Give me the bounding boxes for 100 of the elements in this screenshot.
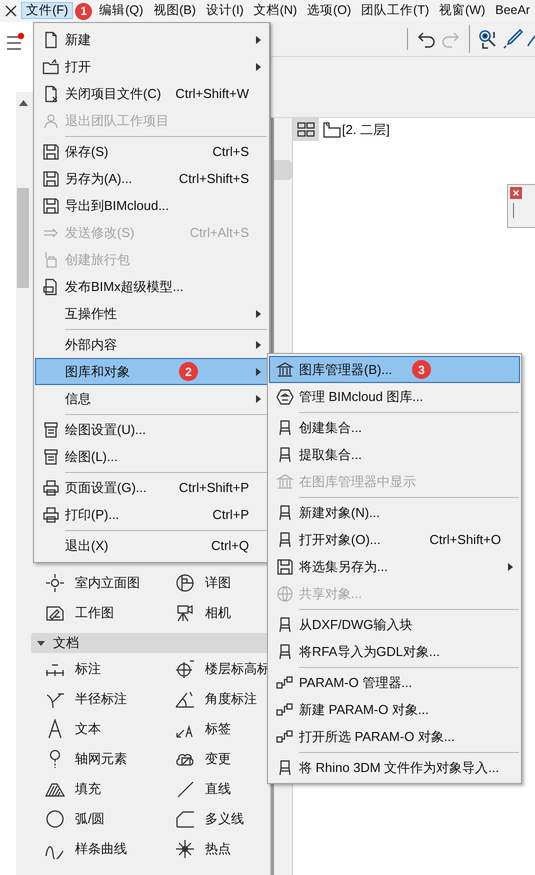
tool-button[interactable]: 室内立面图 — [38, 568, 168, 598]
menu-item[interactable]: 图库和对象 2 — [35, 358, 268, 385]
section-header[interactable]: 文档 — [31, 633, 270, 653]
nodes-icon — [276, 728, 294, 746]
tool-button[interactable]: 文本 — [38, 714, 168, 744]
menu-item[interactable]: 页面设置(G)... Ctrl+Shift+P — [35, 474, 268, 501]
globe-icon — [276, 584, 294, 602]
menu-item[interactable]: 打开所选 PARAM-O 对象... — [269, 723, 520, 750]
shortcut-label: Ctrl+Q — [211, 536, 249, 555]
nodes-icon — [276, 674, 294, 692]
submenu-arrow-icon — [508, 562, 512, 570]
tool-button[interactable]: 直线 — [168, 774, 270, 804]
detail-marker-icon — [175, 573, 195, 593]
menu-item[interactable]: 打印(P)... Ctrl+P — [35, 501, 268, 528]
person-icon — [42, 112, 60, 130]
tool-button[interactable]: 标注 — [38, 654, 168, 684]
menu-bar-item[interactable]: 编辑(Q) — [94, 2, 148, 19]
menu-item[interactable]: 关闭项目文件(C) Ctrl+Shift+W — [35, 80, 268, 107]
menu-item[interactable]: 从DXF/DWG输入块 — [269, 611, 520, 638]
menu-item[interactable]: 发布BIMx超级模型... — [35, 273, 268, 300]
scroll-up-icon[interactable] — [18, 100, 28, 106]
menu-bar-item[interactable]: 设计(I) — [200, 2, 249, 19]
shortcut-label: Ctrl+Shift+S — [178, 170, 249, 188]
tool-button[interactable]: 工作图 — [38, 598, 168, 628]
tool-button[interactable]: 多义线 — [168, 804, 270, 834]
asterisk-icon — [175, 839, 195, 859]
shortcut-label: Ctrl+Shift+P — [178, 478, 249, 497]
menu-item[interactable]: 互操作性 — [35, 300, 268, 327]
library-icon — [276, 472, 294, 490]
step-badge: 3 — [412, 360, 431, 379]
menu-item[interactable]: 信息 — [35, 385, 268, 412]
menu-item[interactable]: 将选集另存为... — [269, 553, 520, 580]
menu-item[interactable]: 打开 — [35, 53, 268, 80]
level-marker-icon — [175, 659, 195, 679]
tool-button[interactable]: 角度标注 — [168, 684, 270, 714]
folder-icon — [42, 58, 60, 76]
menu-item[interactable]: 保存(S) Ctrl+S — [35, 138, 268, 165]
tool-button[interactable]: 详图 — [168, 568, 270, 598]
view-tab[interactable]: [2. 二层] — [342, 120, 390, 140]
shortcut-label: Ctrl+S — [212, 142, 249, 161]
tool-button[interactable]: 变更 — [168, 744, 270, 774]
model-document-icon — [42, 278, 60, 296]
submenu-arrow-icon — [256, 340, 260, 348]
menu-item[interactable]: 新建 — [35, 26, 268, 53]
tool-button[interactable]: 填充 — [38, 774, 168, 804]
grid-icon[interactable] — [297, 122, 315, 137]
tool-button[interactable]: 轴网元素 — [38, 744, 168, 774]
menu-item[interactable]: 管理 BIMcloud 图库... — [269, 383, 520, 410]
camera-icon — [175, 603, 195, 623]
circle-icon — [45, 809, 65, 829]
tool-button[interactable]: 半径标注 — [38, 684, 168, 714]
tool-button[interactable]: 标签 — [168, 714, 270, 744]
menu-item[interactable]: 将RFA导入为GDL对象... — [269, 638, 520, 665]
printer-icon — [42, 478, 60, 496]
tool-button[interactable]: 热点 — [168, 834, 270, 864]
crosshair-icon — [45, 573, 65, 593]
shortcut-label: Ctrl+P — [212, 506, 249, 524]
menu-item[interactable]: 新建 PARAM-O 对象... — [269, 696, 520, 723]
menu-item[interactable]: 创建集合... — [269, 414, 520, 441]
plotter-icon — [42, 448, 60, 466]
menu-item[interactable]: 打开对象(O)... Ctrl+Shift+O — [269, 526, 520, 553]
menu-item[interactable]: 退出(X) Ctrl+Q — [35, 532, 268, 559]
menu-item[interactable]: PARAM-O 管理器... — [269, 669, 520, 696]
plotter-icon — [42, 420, 60, 438]
line-icon — [175, 779, 195, 799]
submenu-arrow-icon — [256, 310, 260, 318]
shortcut-label: Ctrl+Shift+W — [175, 84, 249, 103]
menu-bar-item[interactable]: BeeAr — [490, 2, 535, 19]
floor-plan-icon — [323, 122, 341, 138]
step-badge: 1 — [75, 2, 92, 20]
menu-item[interactable]: 另存为(A)... Ctrl+Shift+S — [35, 165, 268, 192]
tool-button[interactable]: 样条曲线 — [38, 834, 168, 864]
close-button[interactable] — [510, 187, 522, 199]
library-icon — [276, 360, 294, 378]
caret-icon — [37, 639, 45, 647]
close-icon[interactable] — [4, 4, 18, 18]
menu-item[interactable]: 外部内容 — [35, 331, 268, 358]
hexagon-icon — [276, 388, 294, 406]
menu-bar-item[interactable]: 视图(B) — [148, 2, 201, 19]
menu-bar-item[interactable]: 选项(O) — [302, 2, 356, 19]
menu-item[interactable]: 图库管理器(B)... 3 — [269, 356, 520, 383]
menu-bar-item[interactable]: 文件(F) — [21, 2, 74, 19]
menu-bar-item[interactable]: 视窗(W) — [434, 2, 490, 19]
menu-item[interactable]: 绘图(L)... — [35, 443, 268, 470]
menu-bar-item[interactable]: 团队工作(T) — [356, 2, 434, 19]
scrollbar-thumb[interactable] — [16, 188, 29, 288]
submenu-arrow-icon — [256, 368, 260, 376]
menu-item[interactable]: 将 Rhino 3DM 文件作为对象导入... — [269, 754, 520, 781]
eyedropper-icon[interactable] — [502, 28, 524, 50]
printer-icon — [42, 506, 60, 524]
tool-button[interactable]: 弧/圆 — [38, 804, 168, 834]
menu-bar-item[interactable]: 文档(N) — [248, 2, 302, 19]
tool-button[interactable]: 相机 — [168, 598, 270, 628]
menu-item[interactable]: 绘图设置(U)... — [35, 416, 268, 443]
menu-item[interactable]: 提取集合... — [269, 441, 520, 468]
menu-item[interactable]: 导出到BIMcloud... — [35, 192, 268, 219]
submenu-arrow-icon — [256, 394, 260, 402]
menu-item[interactable]: 新建对象(N)... — [269, 499, 520, 526]
close-icon — [512, 189, 520, 197]
polyline-icon — [175, 809, 195, 829]
